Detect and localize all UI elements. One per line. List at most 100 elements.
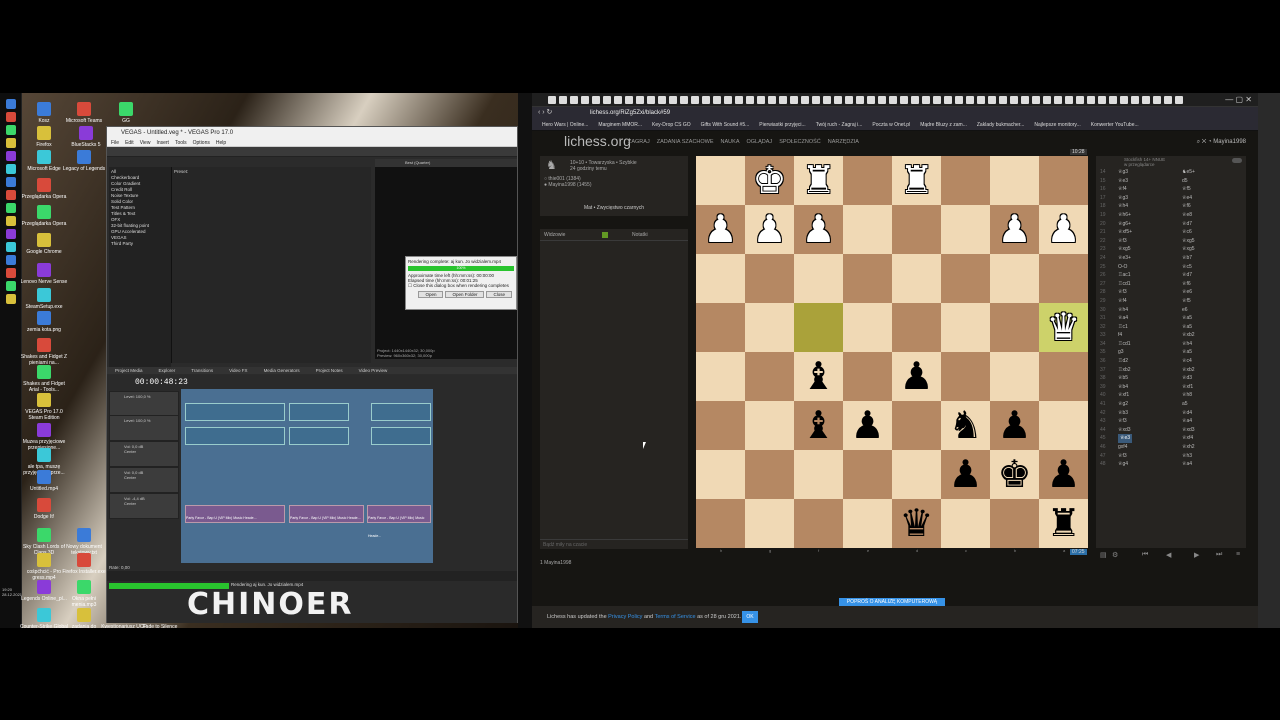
white-move[interactable]: ♕g6+ bbox=[1118, 220, 1131, 229]
browser-tab[interactable] bbox=[911, 96, 919, 104]
browser-tab[interactable] bbox=[691, 96, 699, 104]
black-move[interactable]: ♕c4 bbox=[1182, 357, 1192, 366]
browser-tab[interactable] bbox=[988, 96, 996, 104]
board-square[interactable] bbox=[843, 303, 892, 352]
white-move[interactable]: ♕e3+ bbox=[1118, 254, 1131, 263]
white-move[interactable]: ♖cd1 bbox=[1118, 340, 1131, 349]
black-move[interactable]: ♕b7 bbox=[1182, 254, 1192, 263]
close-when-done-checkbox[interactable]: ☐ Close this dialog box when rendering c… bbox=[408, 283, 514, 289]
vegas-menu-item[interactable]: Edit bbox=[125, 140, 134, 146]
browser-tab[interactable] bbox=[812, 96, 820, 104]
board-square[interactable] bbox=[1039, 352, 1088, 401]
black-move[interactable]: ♕xf1 bbox=[1182, 383, 1193, 392]
browser-tab[interactable] bbox=[603, 96, 611, 104]
browser-tab[interactable] bbox=[823, 96, 831, 104]
black-move[interactable]: ♕xb2 bbox=[1182, 331, 1195, 340]
white-rook-piece[interactable]: ♜ bbox=[801, 156, 835, 205]
black-rook-piece[interactable]: ♜ bbox=[1046, 499, 1080, 548]
white-move[interactable]: ♕f3 bbox=[1118, 288, 1127, 297]
browser-tab[interactable] bbox=[1142, 96, 1150, 104]
launcher-icon[interactable] bbox=[6, 99, 16, 109]
white-move[interactable]: ♕h6+ bbox=[1118, 211, 1131, 220]
bookmark-item[interactable]: Key-Drop CS GO bbox=[652, 122, 691, 128]
black-bishop-piece[interactable]: ♝ bbox=[801, 352, 835, 401]
black-move[interactable]: ♕xb2 bbox=[1182, 366, 1195, 375]
black-queen-piece[interactable]: ♛ bbox=[899, 499, 933, 548]
video-clip[interactable] bbox=[185, 403, 285, 421]
engine-toggle[interactable] bbox=[1232, 158, 1242, 163]
black-move[interactable]: ♕a5 bbox=[1182, 314, 1192, 323]
board-square[interactable]: ♟ bbox=[696, 205, 745, 254]
vegas-menu-item[interactable]: Options bbox=[193, 140, 210, 146]
next-move-icon[interactable]: ▶ bbox=[1194, 551, 1199, 559]
white-move[interactable]: ♕g2 bbox=[1118, 400, 1128, 409]
launcher-icon[interactable] bbox=[6, 164, 16, 174]
desktop-icon[interactable]: Nowy dokument tekstowy.txt bbox=[59, 528, 109, 556]
url-text[interactable]: lichess.org/RiZg5Zxi/black#59 bbox=[590, 107, 670, 119]
board-square[interactable] bbox=[990, 499, 1039, 548]
board-square[interactable]: ♝ bbox=[794, 401, 843, 450]
black-move[interactable]: ♕e6 bbox=[1182, 288, 1192, 297]
browser-tab[interactable] bbox=[790, 96, 798, 104]
lichess-logo[interactable]: lichess.org bbox=[564, 133, 631, 149]
white-move[interactable]: ♕f3 bbox=[1118, 417, 1127, 426]
white-pawn-piece[interactable]: ♟ bbox=[997, 205, 1031, 254]
white-move[interactable]: ♖ac1 bbox=[1118, 271, 1131, 280]
board-square[interactable] bbox=[745, 499, 794, 548]
white-move[interactable]: ♕xf1 bbox=[1118, 391, 1129, 400]
nav-item[interactable]: NAUKA bbox=[721, 139, 740, 145]
board-square[interactable] bbox=[843, 205, 892, 254]
board-square[interactable] bbox=[1039, 156, 1088, 205]
bookmark-item[interactable]: Konwerter YouTube... bbox=[1091, 122, 1139, 128]
black-move[interactable]: ♕e4 bbox=[1182, 194, 1192, 203]
browser-tab[interactable] bbox=[867, 96, 875, 104]
close-button[interactable]: Close bbox=[486, 291, 512, 298]
launcher-icon[interactable] bbox=[6, 138, 16, 148]
board-square[interactable] bbox=[941, 303, 990, 352]
track-header[interactable]: Vol: -4,4 dB Center bbox=[109, 493, 179, 519]
browser-tab[interactable] bbox=[1076, 96, 1084, 104]
black-move[interactable]: ♕d4 bbox=[1182, 409, 1192, 418]
launcher-icon[interactable] bbox=[6, 229, 16, 239]
spectators-tab[interactable]: Widzowie bbox=[544, 232, 565, 238]
launcher-icon[interactable] bbox=[6, 177, 16, 187]
board-square[interactable] bbox=[696, 156, 745, 205]
browser-tab[interactable] bbox=[933, 96, 941, 104]
browser-tab[interactable] bbox=[1120, 96, 1128, 104]
black-knight-piece[interactable]: ♞ bbox=[948, 401, 982, 450]
first-move-icon[interactable]: ⏮ bbox=[1142, 551, 1148, 559]
settings-icon[interactable]: ⚙ bbox=[1112, 551, 1118, 559]
board-square[interactable] bbox=[794, 499, 843, 548]
bookmark-item[interactable]: Marginem MMOR... bbox=[598, 122, 642, 128]
browser-tab[interactable] bbox=[1087, 96, 1095, 104]
browser-tab[interactable] bbox=[1021, 96, 1029, 104]
board-square[interactable]: ♟ bbox=[843, 401, 892, 450]
white-move[interactable]: ♕xd3 bbox=[1118, 426, 1131, 435]
fx-tree-item[interactable]: Third Party bbox=[111, 241, 169, 247]
black-pawn-piece[interactable]: ♟ bbox=[899, 352, 933, 401]
black-pawn-piece[interactable]: ♟ bbox=[850, 401, 884, 450]
board-square[interactable]: ♚ bbox=[745, 156, 794, 205]
launcher-icon[interactable] bbox=[6, 255, 16, 265]
track-header[interactable]: Vol: 0,0 dB Center bbox=[109, 467, 179, 493]
board-square[interactable] bbox=[843, 450, 892, 499]
white-move[interactable]: ♕f4 bbox=[1118, 297, 1127, 306]
black-move[interactable]: ♕a4 bbox=[1182, 417, 1192, 426]
board-square[interactable] bbox=[892, 401, 941, 450]
browser-tab[interactable] bbox=[702, 96, 710, 104]
board-square[interactable]: ♚ bbox=[990, 450, 1039, 499]
black-move[interactable]: ♕d7 bbox=[1182, 220, 1192, 229]
board-square[interactable] bbox=[794, 450, 843, 499]
black-pawn-piece[interactable]: ♟ bbox=[948, 450, 982, 499]
board-square[interactable] bbox=[794, 254, 843, 303]
black-move[interactable]: ♕d7 bbox=[1182, 271, 1192, 280]
launcher-icon[interactable] bbox=[6, 294, 16, 304]
browser-tab[interactable] bbox=[746, 96, 754, 104]
browser-tab[interactable] bbox=[1032, 96, 1040, 104]
desktop-icon[interactable]: Muzea przyjęciowe przeniesione... bbox=[19, 423, 69, 451]
bookmark-item[interactable]: Pierwiastki przyjęci... bbox=[759, 122, 805, 128]
black-move[interactable]: ♕f5 bbox=[1182, 185, 1191, 194]
track-area[interactable]: Party Favor - Bap U (VIP Mix) Music Head… bbox=[181, 389, 433, 563]
board-square[interactable]: ♛ bbox=[1039, 303, 1088, 352]
browser-tab[interactable] bbox=[669, 96, 677, 104]
